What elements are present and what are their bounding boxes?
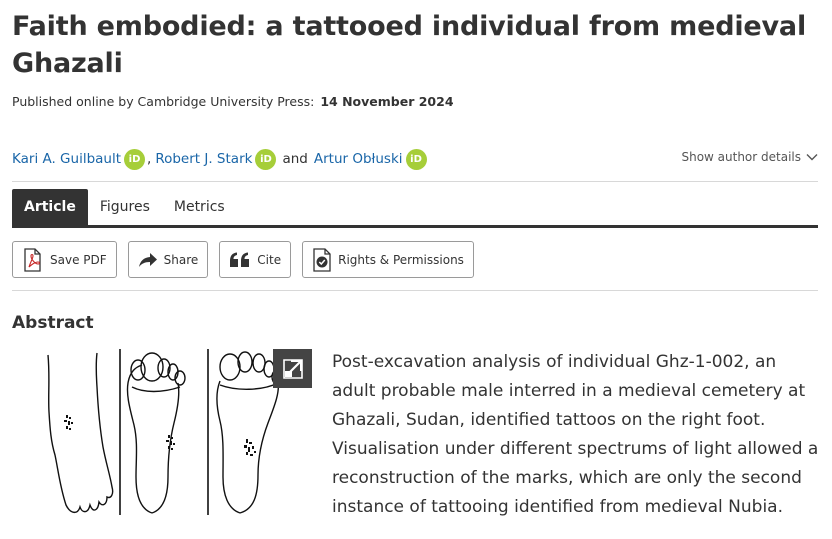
author-link-guilbault[interactable]: Kari A. Guilbault bbox=[12, 151, 121, 167]
orcid-icon[interactable]: iD bbox=[124, 148, 146, 170]
save-pdf-button[interactable]: Save PDF bbox=[12, 241, 117, 278]
abstract-text: Post-excavation analysis of individual G… bbox=[332, 352, 819, 517]
expand-icon bbox=[282, 358, 303, 379]
rights-icon bbox=[313, 247, 331, 272]
article-tabs: Article Figures Metrics bbox=[12, 189, 237, 225]
chevron-down-icon bbox=[806, 154, 818, 161]
quote-icon bbox=[230, 252, 250, 267]
abstract-figure[interactable] bbox=[40, 347, 312, 517]
author-list: Kari A. Guilbault iD , Robert J. Stark i… bbox=[12, 147, 427, 171]
article-title: Faith embodied: a tattooed individual fr… bbox=[12, 11, 806, 79]
foot-drawing-2 bbox=[126, 352, 186, 514]
expand-figure-button[interactable] bbox=[273, 349, 312, 388]
show-author-details-button[interactable]: Show author details bbox=[681, 150, 818, 164]
foot-drawing-1 bbox=[47, 352, 114, 514]
rights-permissions-button[interactable]: Rights & Permissions bbox=[302, 241, 474, 278]
cite-label: Cite bbox=[257, 252, 282, 267]
divider bbox=[12, 290, 818, 291]
published-date: 14 November 2024 bbox=[320, 94, 454, 109]
tab-figures[interactable]: Figures bbox=[88, 189, 162, 225]
tattoo-marks-3 bbox=[244, 439, 256, 456]
show-author-details-label: Show author details bbox=[681, 150, 801, 164]
rights-label: Rights & Permissions bbox=[338, 252, 464, 267]
cite-button[interactable]: Cite bbox=[219, 241, 292, 278]
author-separator: , bbox=[147, 151, 152, 167]
tattoo-marks-1 bbox=[64, 415, 73, 430]
author-conjunction: and bbox=[282, 151, 308, 167]
orcid-icon[interactable]: iD bbox=[405, 148, 427, 170]
pdf-icon bbox=[24, 247, 41, 272]
tab-underline bbox=[12, 225, 818, 228]
publication-info: Published online by Cambridge University… bbox=[12, 94, 454, 109]
share-label: Share bbox=[163, 252, 199, 267]
save-pdf-label: Save PDF bbox=[50, 252, 107, 267]
article-actions: Save PDF Share Cite Rights & Permissions bbox=[12, 241, 474, 278]
abstract-heading: Abstract bbox=[12, 313, 94, 333]
orcid-icon[interactable]: iD bbox=[255, 148, 277, 170]
author-link-obluski[interactable]: Artur Obłuski bbox=[314, 151, 403, 167]
share-icon bbox=[138, 252, 157, 267]
divider bbox=[12, 181, 818, 182]
published-label: Published online by Cambridge University… bbox=[12, 94, 315, 109]
tab-article[interactable]: Article bbox=[12, 189, 88, 225]
share-button[interactable]: Share bbox=[127, 241, 209, 278]
author-link-stark[interactable]: Robert J. Stark bbox=[155, 151, 252, 167]
tab-metrics[interactable]: Metrics bbox=[162, 189, 237, 225]
